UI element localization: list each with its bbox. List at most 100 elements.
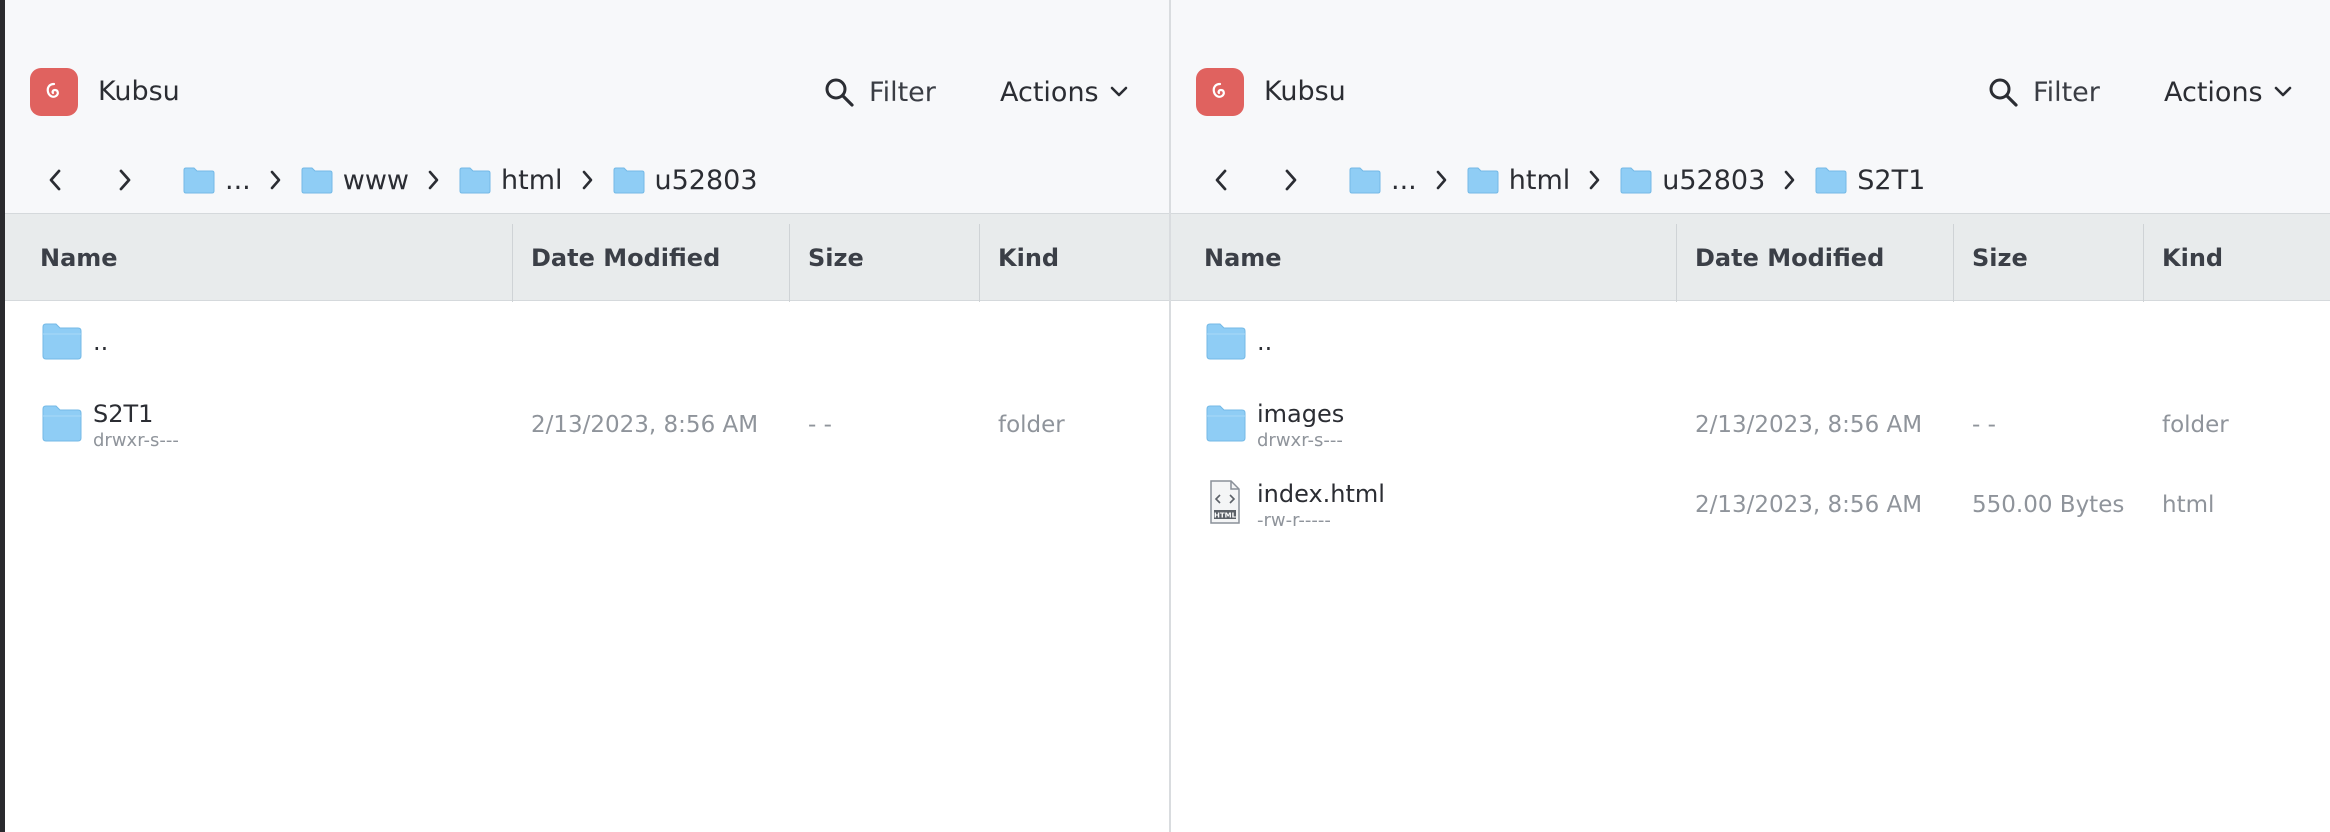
file-date-modified: 2/13/2023, 8:56 AM <box>1695 412 1923 438</box>
folder-icon <box>1349 167 1381 194</box>
folder-icon <box>1206 323 1246 360</box>
file-name: S2T1 <box>93 400 154 428</box>
file-permissions: drwxr-s--- <box>1257 430 1343 451</box>
breadcrumb-label: html <box>1508 164 1571 196</box>
column-divider[interactable] <box>979 224 980 302</box>
file-name: .. <box>93 328 109 356</box>
column-divider[interactable] <box>512 224 513 302</box>
breadcrumb: ... www html u52803 <box>5 158 1169 202</box>
chevron-right-icon <box>1588 169 1602 191</box>
file-name: index.html <box>1257 480 1385 508</box>
chevron-down-icon <box>1110 86 1127 97</box>
back-button[interactable] <box>42 167 68 193</box>
forward-button[interactable] <box>112 167 138 193</box>
breadcrumb-label: ... <box>1391 164 1417 196</box>
file-size: - - <box>1972 412 1996 438</box>
chevron-down-icon <box>2274 86 2291 97</box>
actions-menu-button[interactable]: Actions <box>1000 72 1129 112</box>
breadcrumb-item[interactable]: u52803 <box>1620 165 1765 196</box>
filter-button[interactable]: Filter <box>823 72 936 112</box>
column-divider[interactable] <box>789 224 790 302</box>
file-date-modified: 2/13/2023, 8:56 AM <box>531 412 759 438</box>
breadcrumb-item[interactable]: html <box>1467 164 1571 196</box>
breadcrumb: ... html u52803 S2T1 <box>1171 158 2330 202</box>
filter-label: Filter <box>2033 76 2100 108</box>
file-row-parent[interactable]: .. <box>1171 304 2330 380</box>
column-date-modified[interactable]: Date Modified <box>531 214 720 302</box>
pane-toolbar: Kubsu Filter Actions <box>1171 58 2330 126</box>
svg-text:HTML: HTML <box>1214 512 1237 520</box>
breadcrumb-label: ... <box>225 164 251 196</box>
file-row[interactable]: HTML index.html -rw-r----- 2/13/2023, 8:… <box>1171 466 2330 542</box>
breadcrumb-item-current[interactable]: S2T1 <box>1815 165 1925 196</box>
column-date-modified[interactable]: Date Modified <box>1695 214 1884 302</box>
actions-label: Actions <box>1000 76 1099 108</box>
folder-icon <box>459 167 491 194</box>
file-pane-right: Kubsu Filter Actions ... html u52803 S2T… <box>1169 0 2330 832</box>
column-kind[interactable]: Kind <box>2162 214 2223 302</box>
pane-header: Kubsu Filter Actions ... <box>5 0 1169 213</box>
folder-icon <box>42 405 82 442</box>
filter-label: Filter <box>869 76 936 108</box>
folder-icon <box>42 323 82 360</box>
folder-icon <box>1815 167 1847 194</box>
chevron-right-icon <box>269 169 283 191</box>
breadcrumb-item[interactable]: www <box>301 165 409 196</box>
breadcrumb-item[interactable]: ... <box>1349 165 1417 196</box>
column-name[interactable]: Name <box>40 214 118 302</box>
file-row-parent[interactable]: .. <box>5 304 1169 380</box>
chevron-right-icon <box>581 169 595 191</box>
file-permissions: -rw-r----- <box>1257 510 1331 531</box>
forward-button[interactable] <box>1278 167 1304 193</box>
folder-icon <box>1467 167 1499 194</box>
folder-icon <box>1620 167 1652 194</box>
breadcrumb-path: ... html u52803 S2T1 <box>1349 165 1925 196</box>
column-divider[interactable] <box>1953 224 1954 302</box>
file-row[interactable]: images drwxr-s--- 2/13/2023, 8:56 AM - -… <box>1171 386 2330 462</box>
folder-icon <box>301 167 333 194</box>
file-kind: folder <box>2162 412 2229 438</box>
chevron-right-icon <box>119 169 131 191</box>
column-header: Name Date Modified Size Kind <box>5 213 1169 302</box>
breadcrumb-label: u52803 <box>1662 164 1766 196</box>
column-size[interactable]: Size <box>1972 214 2028 302</box>
file-permissions: drwxr-s--- <box>93 430 179 451</box>
chevron-left-icon <box>1215 169 1227 191</box>
actions-label: Actions <box>2164 76 2263 108</box>
html-file-icon: HTML <box>1210 480 1240 524</box>
column-divider[interactable] <box>1676 224 1677 302</box>
file-size: - - <box>808 412 832 438</box>
column-header: Name Date Modified Size Kind <box>1171 213 2330 302</box>
folder-icon <box>183 167 215 194</box>
breadcrumb-label: S2T1 <box>1857 164 1926 196</box>
file-name: images <box>1257 400 1345 428</box>
pane-toolbar: Kubsu Filter Actions <box>5 58 1169 126</box>
breadcrumb-item[interactable]: ... <box>183 165 251 196</box>
server-logo-icon[interactable] <box>30 68 78 116</box>
chevron-right-icon <box>1435 169 1449 191</box>
chevron-right-icon <box>427 169 441 191</box>
server-name[interactable]: Kubsu <box>1264 76 1346 107</box>
actions-menu-button[interactable]: Actions <box>2164 72 2293 112</box>
folder-icon <box>613 167 645 194</box>
file-date-modified: 2/13/2023, 8:56 AM <box>1695 492 1923 518</box>
search-icon <box>825 78 854 107</box>
server-name[interactable]: Kubsu <box>98 76 180 107</box>
file-row[interactable]: S2T1 drwxr-s--- 2/13/2023, 8:56 AM - - f… <box>5 386 1169 462</box>
column-divider[interactable] <box>2143 224 2144 302</box>
column-size[interactable]: Size <box>808 214 864 302</box>
filter-button[interactable]: Filter <box>1987 72 2100 112</box>
file-kind: folder <box>998 412 1065 438</box>
chevron-left-icon <box>49 169 61 191</box>
breadcrumb-label: www <box>342 164 409 196</box>
back-button[interactable] <box>1208 167 1234 193</box>
file-name: .. <box>1257 328 1273 356</box>
file-kind: html <box>2162 492 2215 518</box>
breadcrumb-item[interactable]: html <box>459 165 563 196</box>
column-kind[interactable]: Kind <box>998 214 1059 302</box>
chevron-right-icon <box>1285 169 1297 191</box>
column-name[interactable]: Name <box>1204 214 1282 302</box>
pane-header: Kubsu Filter Actions ... <box>1171 0 2330 213</box>
breadcrumb-item-current[interactable]: u52803 <box>613 165 758 196</box>
server-logo-icon[interactable] <box>1196 68 1244 116</box>
